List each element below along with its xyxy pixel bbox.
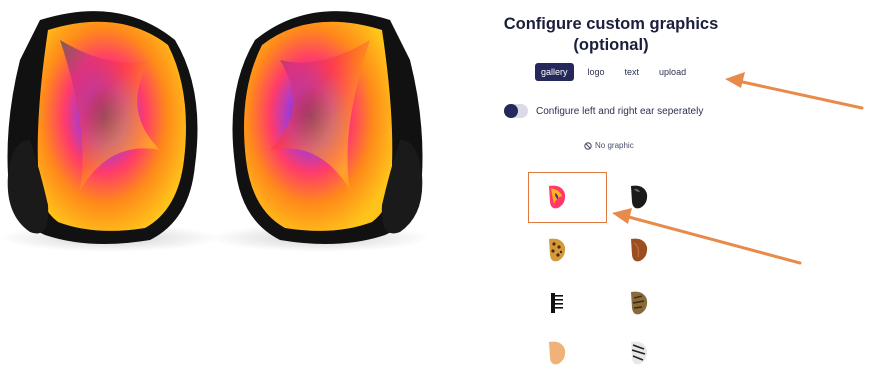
separate-ears-label: Configure left and right ear seperately	[536, 105, 704, 117]
gallery-item-leopard[interactable]	[546, 237, 568, 263]
toggle-knob	[504, 104, 518, 118]
panel-title-line1: Configure custom graphics	[503, 15, 719, 33]
panel-title-line2: (optional)	[573, 36, 649, 54]
gallery-item-wood[interactable]	[628, 237, 650, 263]
earbud-preview	[0, 0, 430, 369]
earbud-preview-image	[0, 11, 430, 252]
comb-swatch-icon	[551, 293, 563, 313]
zebra-swatch-icon	[631, 341, 648, 365]
custom-graphics-panel: Configure custom graphics (optional) gal…	[480, 0, 750, 369]
ban-icon	[584, 141, 592, 150]
gallery-item-light-wood[interactable]	[546, 340, 568, 366]
tab-text[interactable]: text	[619, 63, 646, 81]
panel-title: Configure custom graphics (optional)	[480, 14, 742, 56]
graphics-tabs: gallery logo text upload	[535, 63, 692, 81]
gallery-item-zebra[interactable]	[628, 340, 650, 366]
gallery-item-black-gloss[interactable]	[628, 184, 650, 210]
wood-swatch-icon	[631, 238, 648, 262]
tab-gallery[interactable]: gallery	[535, 63, 574, 81]
light-wood-swatch-icon	[549, 341, 566, 365]
separate-ears-toggle[interactable]	[504, 104, 528, 118]
gallery-item-snake[interactable]	[628, 290, 650, 316]
no-graphic-option[interactable]: No graphic	[584, 141, 634, 150]
black-gloss-swatch-icon	[631, 185, 648, 209]
gallery-item-comb[interactable]	[546, 290, 568, 316]
tab-logo[interactable]: logo	[582, 63, 611, 81]
tab-upload[interactable]: upload	[653, 63, 692, 81]
snake-swatch-icon	[631, 291, 648, 315]
no-graphic-label: No graphic	[595, 141, 634, 150]
separate-ears-row: Configure left and right ear seperately	[504, 104, 703, 118]
leopard-swatch-icon	[549, 238, 566, 262]
gallery-item-rainbow-swirl[interactable]	[546, 184, 568, 210]
rainbow-swirl-swatch-icon	[549, 185, 566, 209]
